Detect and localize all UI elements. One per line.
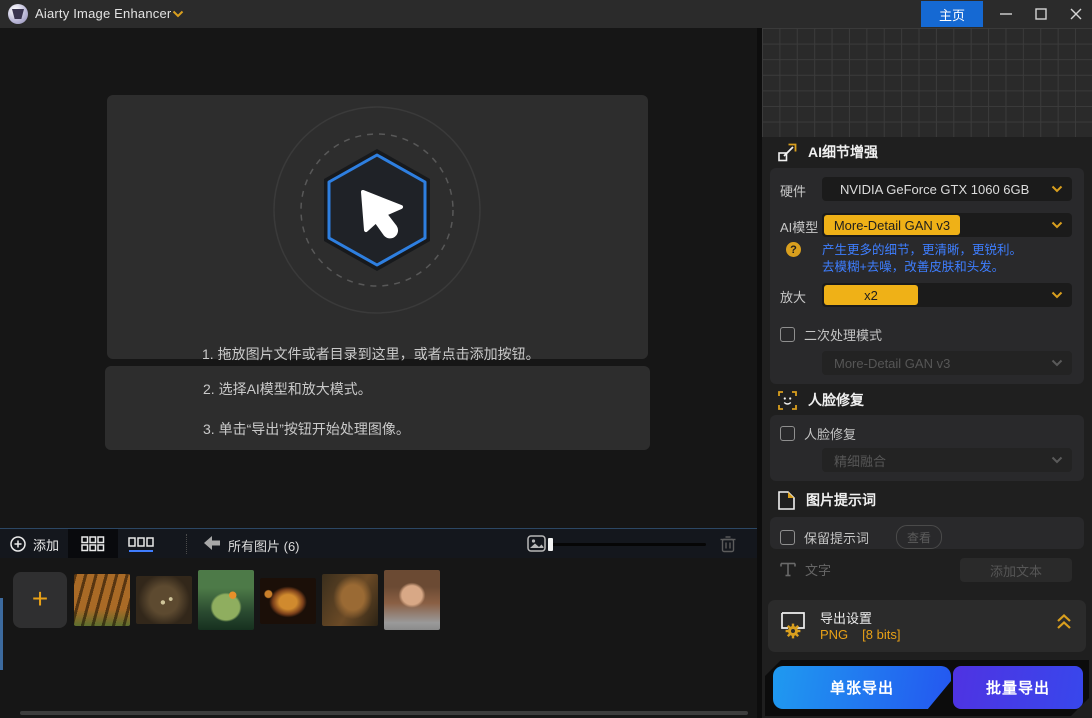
minimize-button[interactable] — [989, 0, 1023, 28]
toolbar-divider — [186, 534, 187, 554]
export-buttons-plate: 单张导出 批量导出 — [765, 660, 1089, 716]
collapse-icon[interactable] — [1056, 614, 1072, 630]
checkbox-box[interactable] — [780, 327, 795, 342]
thumbnail-strip: + — [0, 558, 757, 718]
thumbnail-butterfly[interactable] — [136, 576, 192, 624]
app-title: Aiarty Image Enhancer — [35, 6, 172, 21]
drop-zone[interactable]: 1. 拖放图片文件或者目录到这里，或者点击添加按钮。 — [107, 95, 648, 362]
thumbnail-robot-dog[interactable] — [322, 574, 378, 626]
model-description-line2: 去模糊+去噪，改善皮肤和头发。 — [822, 260, 1005, 274]
monitor-gear-icon — [781, 612, 805, 639]
drop-hexagon-icon — [267, 100, 487, 320]
scale-value-badge: x2 — [824, 285, 918, 305]
instructions-card: 2. 选择AI模型和放大模式。 3. 单击“导出”按钮开始处理图像。 — [105, 366, 650, 450]
list-view-icon — [128, 536, 154, 547]
home-button[interactable]: 主页 — [921, 1, 983, 27]
plus-icon: + — [31, 582, 49, 614]
section-title-enhance: AI细节增强 — [808, 144, 878, 160]
help-icon[interactable]: ? — [786, 242, 801, 257]
section-header-face: 人脸修复 — [778, 390, 864, 410]
secondary-mode-label: 二次处理模式 — [804, 328, 883, 343]
section-title-prompt: 图片提示词 — [806, 492, 876, 508]
thumbnail-size-icon — [527, 535, 546, 552]
instruction-step-1: 1. 拖放图片文件或者目录到这里，或者点击添加按钮。 — [202, 346, 540, 362]
secondary-mode-checkbox[interactable]: 二次处理模式 — [780, 325, 882, 344]
chevron-down-icon — [1051, 359, 1063, 367]
plus-circle-icon — [10, 536, 26, 552]
trash-icon[interactable] — [720, 535, 736, 553]
preview-grid-texture — [762, 28, 1092, 137]
hardware-dropdown[interactable]: NVIDIA GeForce GTX 1060 6GB — [822, 177, 1072, 201]
checkbox-box[interactable] — [780, 426, 795, 441]
export-bits: [8 bits] — [862, 627, 901, 642]
thumbnail-burger[interactable] — [260, 578, 316, 624]
section-header-prompt: 图片提示词 — [778, 490, 876, 510]
single-export-button[interactable]: 单张导出 — [773, 666, 951, 709]
thumbnail-tiger[interactable] — [74, 574, 130, 626]
chevron-down-icon — [1051, 221, 1063, 229]
export-format: PNG — [820, 627, 849, 642]
close-button[interactable] — [1059, 0, 1092, 28]
chevron-down-icon — [1051, 185, 1063, 193]
scale-label: 放大 — [780, 290, 807, 305]
text-label: 文字 — [805, 563, 832, 578]
thumbnail-girl-portrait[interactable] — [384, 570, 440, 630]
instruction-step-3: 3. 单击“导出”按钮开始处理图像。 — [203, 421, 410, 437]
text-T-icon — [780, 562, 796, 577]
hardware-value: NVIDIA GeForce GTX 1060 6GB — [840, 181, 1030, 197]
title-dropdown-icon[interactable] — [172, 10, 184, 18]
checkbox-box[interactable] — [780, 529, 795, 545]
app-window: Aiarty Image Enhancer 主页 1. 拖放图片文件或者目录到这… — [0, 0, 1092, 718]
keep-prompt-label: 保留提示词 — [804, 530, 870, 546]
section-header-enhance: AI细节增强 — [778, 142, 878, 162]
hardware-label: 硬件 — [780, 184, 807, 199]
text-row: 文字 — [780, 560, 831, 579]
face-viewfinder-icon — [778, 390, 797, 410]
face-repair-checkbox[interactable]: 人脸修复 — [780, 424, 856, 443]
list-view-button[interactable] — [118, 529, 164, 559]
ai-model-dropdown[interactable]: More-Detail GAN v3 — [822, 213, 1072, 237]
export-format-row: PNG [8 bits] — [820, 627, 900, 642]
ai-model-value-badge: More-Detail GAN v3 — [824, 215, 960, 235]
chevron-down-icon — [1051, 291, 1063, 299]
ai-model-label: AI模型 — [780, 220, 819, 235]
title-bar: Aiarty Image Enhancer 主页 — [0, 0, 1092, 28]
secondary-model-value: More-Detail GAN v3 — [834, 355, 951, 371]
section-title-face: 人脸修复 — [808, 392, 864, 408]
document-icon — [778, 490, 795, 510]
add-text-button[interactable]: 添加文本 — [960, 558, 1072, 582]
settings-panel: AI细节增强 硬件 NVIDIA GeForce GTX 1060 6GB AI… — [762, 28, 1092, 718]
bottom-toolbar: 添加 所有图片 (6) — [0, 528, 757, 559]
face-mode-dropdown: 精细融合 — [822, 448, 1072, 472]
scale-dropdown[interactable]: x2 — [822, 283, 1072, 307]
horizontal-scrollbar[interactable] — [20, 711, 748, 715]
instruction-step-2: 2. 选择AI模型和放大模式。 — [203, 381, 372, 397]
add-image-tile[interactable]: + — [13, 572, 67, 628]
chevron-down-icon — [1051, 456, 1063, 464]
face-mode-value: 精细融合 — [834, 453, 887, 469]
face-repair-label: 人脸修复 — [804, 427, 857, 442]
maximize-button[interactable] — [1024, 0, 1058, 28]
secondary-model-dropdown: More-Detail GAN v3 — [822, 351, 1072, 375]
view-button[interactable]: 查看 — [896, 525, 943, 549]
export-settings-card[interactable]: 导出设置 PNG [8 bits] — [768, 600, 1086, 652]
slider-handle[interactable] — [548, 538, 553, 551]
add-button[interactable]: 添加 — [10, 529, 59, 559]
export-settings-title: 导出设置 — [820, 611, 873, 626]
keep-prompt-checkbox[interactable]: 保留提示词 查看 — [780, 525, 943, 549]
grid-view-icon — [81, 536, 105, 552]
back-arrow-icon[interactable] — [204, 536, 220, 550]
enlarge-icon — [778, 143, 797, 161]
thumbnail-terrarium-jar[interactable] — [198, 570, 254, 630]
main-area: 1. 拖放图片文件或者目录到这里，或者点击添加按钮。 2. 选择AI模型和放大模… — [0, 28, 757, 528]
edge-accent — [0, 598, 3, 670]
add-button-label: 添加 — [33, 537, 60, 553]
all-images-filter[interactable]: 所有图片 (6) — [228, 536, 300, 555]
thumbnail-size-slider[interactable] — [548, 529, 708, 559]
app-logo-icon — [8, 4, 28, 24]
batch-export-button[interactable]: 批量导出 — [953, 666, 1083, 709]
grid-view-button[interactable] — [68, 529, 118, 559]
